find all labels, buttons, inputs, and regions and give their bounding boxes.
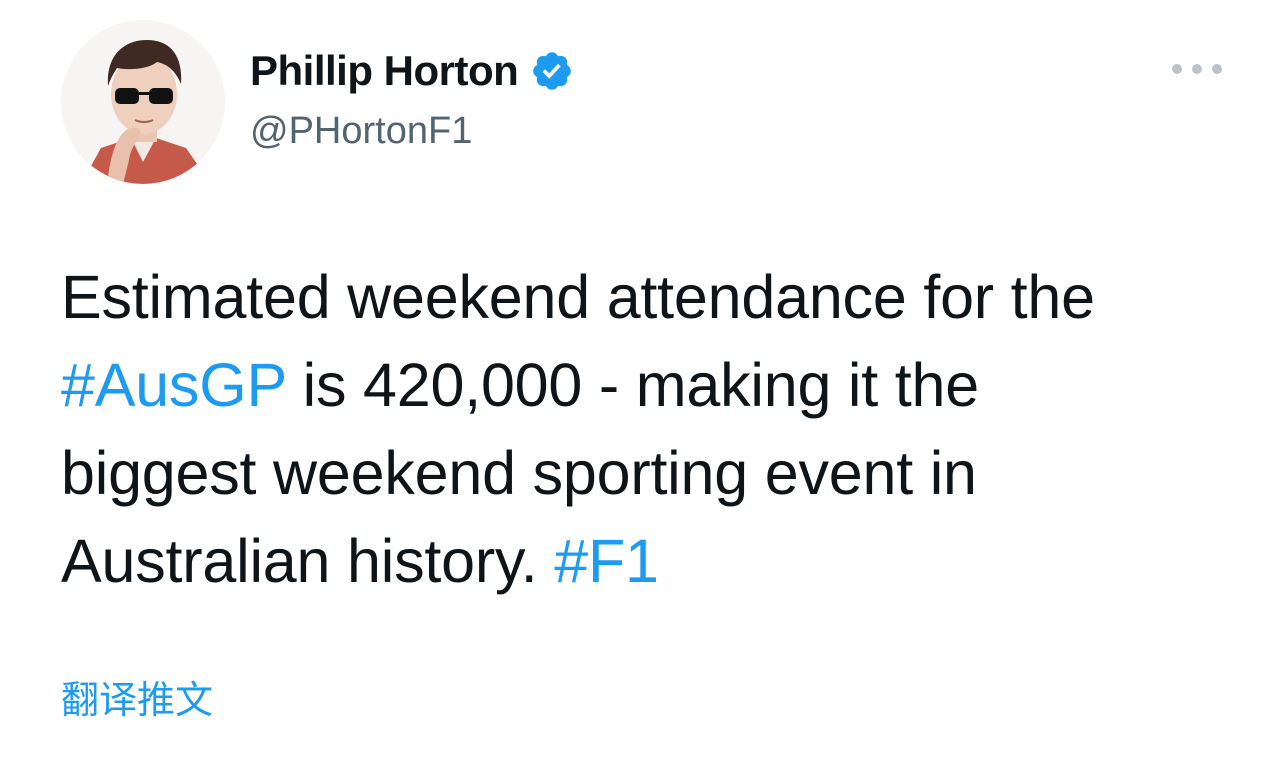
display-name[interactable]: Phillip Horton	[250, 44, 519, 98]
hashtag-f1-link[interactable]: #F1	[554, 527, 659, 595]
more-dot	[1172, 64, 1182, 74]
tweet-line-4: Australian history. #F1	[61, 517, 1241, 605]
user-handle[interactable]: @PHortonF1	[250, 106, 574, 156]
avatar[interactable]	[61, 20, 225, 184]
tweet-line-2: #AusGP is 420,000 - making it the	[61, 341, 1241, 429]
name-row: Phillip Horton	[250, 44, 574, 98]
more-horizontal-icon[interactable]	[1172, 55, 1222, 83]
tweet-card: Phillip Horton @PHortonF1 Estimated week…	[0, 0, 1284, 757]
author-block: Phillip Horton @PHortonF1	[250, 44, 574, 156]
more-dot	[1192, 64, 1202, 74]
tweet-line-1: Estimated weekend attendance for the	[61, 263, 1095, 331]
translate-tweet-link[interactable]: 翻译推文	[61, 676, 213, 726]
avatar-image	[61, 20, 225, 184]
verified-badge-icon	[530, 49, 574, 93]
tweet-line-3: biggest weekend sporting event in	[61, 439, 977, 507]
tweet-line-4-text: Australian history.	[61, 527, 555, 595]
hashtag-ausgp-link[interactable]: #AusGP	[61, 351, 286, 419]
tweet-line-2-text: is 420,000 - making it the	[285, 351, 980, 419]
tweet-text: Estimated weekend attendance for the #Au…	[61, 253, 1241, 605]
more-dot	[1212, 64, 1222, 74]
